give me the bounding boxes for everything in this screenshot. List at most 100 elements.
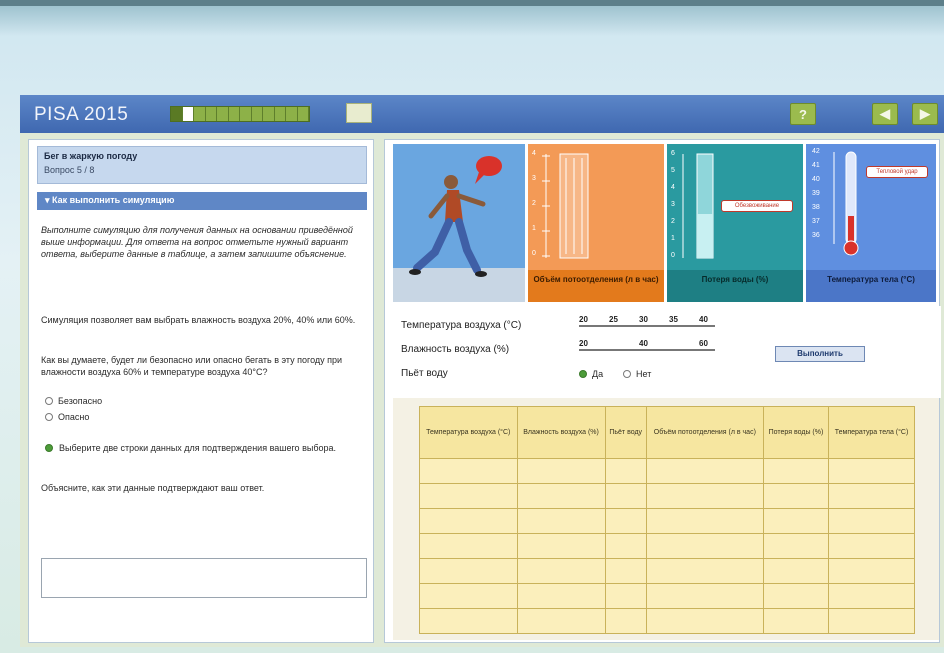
humidity-tick-60[interactable]: 60	[699, 339, 708, 348]
table-row[interactable]	[419, 483, 915, 509]
air-temp-tick-40[interactable]: 40	[699, 315, 708, 324]
check-marker-icon	[45, 444, 53, 452]
progress-segment	[205, 107, 217, 121]
col-air-temp: Температура воздуха (°С)	[419, 406, 518, 459]
drink-yes-label: Да	[592, 369, 604, 379]
question-number: Вопрос 5 / 8	[44, 165, 95, 175]
water-scale-0: 0	[671, 252, 675, 259]
water-scale-3: 3	[671, 201, 675, 208]
temp-scale-37: 37	[812, 218, 820, 225]
air-temp-tick-20[interactable]: 20	[579, 315, 588, 324]
sweat-label: Объём потоотделения (л в час)	[528, 270, 664, 302]
humidity-slider[interactable]: 20 40 60	[579, 339, 715, 354]
results-table: Температура воздуха (°С) Влажность возду…	[419, 406, 915, 634]
drink-no-option[interactable]: Нет	[623, 369, 651, 379]
col-sweat: Объём потоотделения (л в час)	[645, 406, 764, 459]
option-dangerous[interactable]: Опасно	[45, 412, 89, 422]
drink-yes-radio[interactable]	[579, 370, 587, 378]
progress-segment	[171, 107, 183, 121]
water-loss-label: Потеря воды (%)	[667, 270, 803, 302]
temp-scale-38: 38	[812, 204, 820, 211]
question-panel: Бег в жаркую погоду Вопрос 5 / 8 ▾ Как в…	[28, 139, 374, 643]
water-loss-panel: 6 5 4 3 2 1 0 Обезвоживание Потеря воды …	[667, 144, 803, 302]
air-temp-track	[579, 325, 715, 327]
option-dangerous-label: Опасно	[58, 412, 90, 422]
drink-label: Пьёт воду	[401, 368, 448, 379]
table-row[interactable]	[419, 508, 915, 534]
progress-segment	[240, 107, 252, 121]
top-shade	[0, 6, 944, 36]
humidity-label: Влажность воздуха (%)	[401, 344, 510, 355]
sweat-scale-3: 3	[532, 175, 536, 182]
air-temp-tick-30[interactable]: 30	[639, 315, 648, 324]
progress-segment	[251, 107, 263, 121]
water-scale-1: 1	[671, 235, 675, 242]
air-temp-tick-25[interactable]: 25	[609, 315, 618, 324]
progress-segment-current	[182, 107, 194, 121]
simulation-note: Симуляция позволяет вам выбрать влажност…	[41, 315, 356, 325]
explain-text: Объясните, как эти данные подтверждают в…	[41, 483, 265, 493]
option-safe[interactable]: Безопасно	[45, 396, 102, 406]
help-button[interactable]: ?	[790, 103, 816, 125]
drink-no-label: Нет	[636, 369, 652, 379]
brand-title: PISA 2015	[34, 104, 129, 125]
temp-scale-41: 41	[812, 162, 820, 169]
how-to-label: Как выполнить симуляцию	[52, 195, 175, 205]
body-temp-label: Температура тела (°С)	[806, 270, 936, 302]
air-temp-slider[interactable]: 20 25 30 35 40	[579, 315, 715, 330]
back-button[interactable]: ◀	[872, 103, 898, 125]
question-header: Бег в жаркую погоду Вопрос 5 / 8	[37, 146, 367, 184]
run-button[interactable]: Выполнить	[775, 346, 865, 362]
heatstroke-callout: Тепловой удар	[866, 166, 928, 178]
results-table-area: Температура воздуха (°С) Влажность возду…	[393, 398, 939, 640]
body-temp-panel: 42 41 40 39 38 37 36 Тепловой удар Темпе…	[806, 144, 936, 302]
select-rows-text: Выберите две строки данных для подтвержд…	[59, 443, 336, 453]
progress-segment	[297, 107, 309, 121]
humidity-tick-40[interactable]: 40	[639, 339, 648, 348]
progress-bar	[170, 106, 310, 122]
table-row[interactable]	[419, 558, 915, 584]
col-drinks: Пьёт воду	[604, 406, 647, 459]
col-water-loss: Потеря воды (%)	[762, 406, 830, 459]
radio-safe[interactable]	[45, 397, 53, 405]
water-scale-5: 5	[671, 167, 675, 174]
water-scale-6: 6	[671, 150, 675, 157]
progress-segment	[194, 107, 206, 121]
water-scale-4: 4	[671, 184, 675, 191]
temp-scale-40: 40	[812, 176, 820, 183]
option-safe-label: Безопасно	[58, 396, 103, 406]
answer-textarea[interactable]	[41, 558, 367, 598]
progress-segment	[263, 107, 275, 121]
next-button[interactable]: ▶	[912, 103, 938, 125]
air-temp-tick-35[interactable]: 35	[669, 315, 678, 324]
simulation-controls: Температура воздуха (°С) 20 25 30 35 40 …	[385, 306, 941, 398]
calculator-button[interactable]	[346, 103, 372, 123]
sweat-gauge	[542, 153, 589, 259]
table-row[interactable]	[419, 533, 915, 559]
simulation-panel: 4 3 2 1 0 Объём потоотделения (л в час) …	[384, 139, 941, 643]
dehydration-callout: Обезвоживание	[721, 200, 793, 212]
table-row[interactable]	[419, 458, 915, 484]
how-to-toggle[interactable]: ▾ Как выполнить симуляцию	[37, 192, 367, 210]
pisa-app: PISA 2015 ? ◀ ▶ Бег в жаркую погоду Вопр…	[20, 95, 944, 647]
temp-scale-36: 36	[812, 232, 820, 239]
progress-segment	[228, 107, 240, 121]
thermometer-icon	[833, 151, 859, 256]
temp-scale-39: 39	[812, 190, 820, 197]
drink-yes-option[interactable]: Да	[579, 369, 603, 379]
runner-icon	[409, 156, 502, 277]
sweat-scale-4: 4	[532, 150, 536, 157]
col-humidity: Влажность воздуха (%)	[516, 406, 606, 459]
question-title: Бег в жаркую погоду	[44, 151, 138, 161]
title-bar: PISA 2015 ? ◀ ▶	[20, 95, 944, 133]
table-row[interactable]	[419, 583, 915, 609]
humidity-tick-20[interactable]: 20	[579, 339, 588, 348]
drink-no-radio[interactable]	[623, 370, 631, 378]
instructions-text: Выполните симуляцию для получения данных…	[41, 225, 353, 259]
radio-dangerous[interactable]	[45, 413, 53, 421]
table-row[interactable]	[419, 608, 915, 634]
progress-segment	[217, 107, 229, 121]
sweat-scale-0: 0	[532, 250, 536, 257]
col-body-temp: Температура тела (°С)	[828, 406, 915, 459]
sweat-scale-1: 1	[532, 225, 536, 232]
